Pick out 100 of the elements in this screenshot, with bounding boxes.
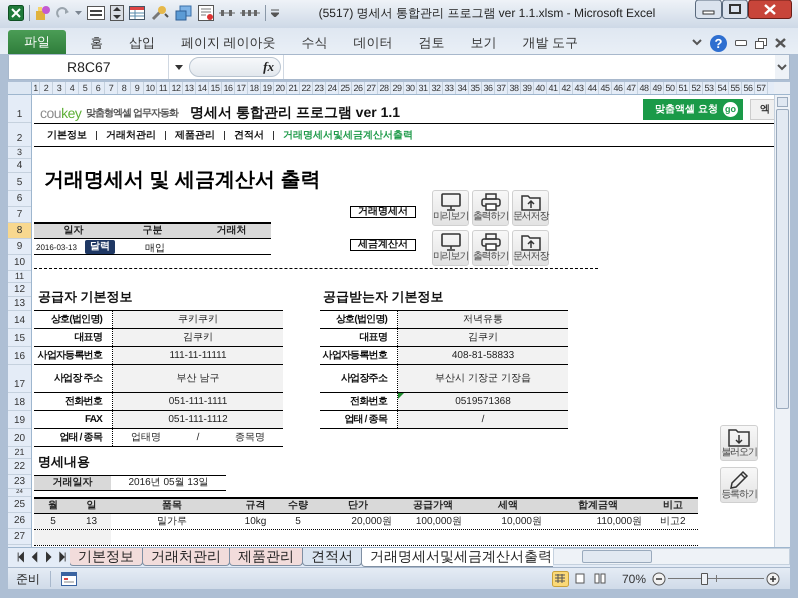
table-icon[interactable] — [129, 6, 145, 20]
column-header[interactable]: 26 — [352, 82, 365, 94]
row-header[interactable]: 27 — [8, 529, 31, 545]
column-header[interactable]: 47 — [625, 82, 638, 94]
zoom-slider[interactable] — [668, 572, 764, 586]
maximize-button[interactable] — [722, 0, 748, 19]
column-header[interactable]: 22 — [300, 82, 313, 94]
column-header[interactable]: 35 — [469, 82, 482, 94]
row-header[interactable]: 20 — [8, 429, 31, 447]
row-header[interactable]: 22 — [8, 459, 31, 475]
row-header[interactable]: 8 — [8, 223, 31, 239]
column-header[interactable]: 32 — [430, 82, 443, 94]
icon-button[interactable]: 출력하기 — [472, 190, 509, 226]
chevron-icon[interactable] — [692, 39, 702, 47]
distribute-icon[interactable] — [219, 7, 235, 19]
column-header[interactable]: 54 — [716, 82, 729, 94]
ribbon-tab[interactable]: 페이지 레이아웃 — [169, 32, 288, 54]
column-header[interactable]: 46 — [612, 82, 625, 94]
column-header[interactable]: 44 — [586, 82, 599, 94]
column-header[interactable]: 43 — [573, 82, 586, 94]
column-header[interactable]: 42 — [560, 82, 573, 94]
column-header[interactable]: 28 — [378, 82, 391, 94]
next-button[interactable]: 엑 — [750, 99, 774, 120]
sheet-tab[interactable]: 제품관리 — [229, 548, 303, 566]
column-header[interactable]: 39 — [521, 82, 534, 94]
nav-link[interactable]: 거래처관리 — [97, 128, 165, 142]
ribbon-tab[interactable]: 홈 — [78, 32, 115, 54]
column-header[interactable]: 30 — [404, 82, 417, 94]
minimize-icon[interactable] — [735, 40, 747, 46]
column-header[interactable]: 51 — [677, 82, 690, 94]
view-button[interactable] — [552, 570, 569, 586]
slider-thumb[interactable] — [701, 572, 708, 584]
column-header[interactable]: 6 — [92, 82, 105, 94]
column-header[interactable]: 4 — [66, 82, 79, 94]
column-header[interactable]: 8 — [118, 82, 131, 94]
column-header[interactable]: 38 — [508, 82, 521, 94]
sheet-tab[interactable]: 기본정보 — [70, 548, 143, 566]
column-header[interactable]: 18 — [248, 82, 261, 94]
column-header[interactable]: 48 — [638, 82, 651, 94]
close-button[interactable] — [748, 0, 792, 19]
nav-link[interactable]: 기본정보 — [38, 128, 96, 142]
horizontal-scrollbar[interactable] — [553, 548, 790, 565]
row-header[interactable]: 17 — [8, 365, 31, 393]
column-header[interactable]: 55 — [729, 82, 742, 94]
icon-button[interactable]: 미리보기 — [432, 230, 469, 266]
row-header[interactable]: 1 — [8, 95, 31, 123]
nav-link[interactable]: 제품관리 — [166, 128, 224, 142]
column-header[interactable]: 37 — [495, 82, 508, 94]
column-header[interactable]: 50 — [664, 82, 677, 94]
column-header[interactable]: 27 — [365, 82, 378, 94]
row-header[interactable]: 18 — [8, 393, 31, 411]
column-header[interactable]: 10 — [144, 82, 157, 94]
expand-icon[interactable] — [775, 55, 789, 79]
column-header[interactable]: 56 — [742, 82, 755, 94]
ribbon-tab[interactable]: 데이터 — [342, 32, 405, 54]
column-header[interactable]: 29 — [391, 82, 404, 94]
icon-button[interactable]: 등록하기 — [720, 467, 758, 503]
row-header[interactable]: 2 — [8, 123, 31, 147]
column-header[interactable]: 11 — [157, 82, 170, 94]
checklist-icon[interactable] — [198, 5, 214, 21]
row-header[interactable]: 3 — [8, 147, 31, 159]
column-header[interactable]: 20 — [274, 82, 287, 94]
column-header[interactable]: 2 — [40, 82, 53, 94]
column-header[interactable]: 49 — [651, 82, 664, 94]
distribute-icon[interactable] — [240, 7, 260, 19]
column-header[interactable]: 52 — [690, 82, 703, 94]
column-header[interactable]: 23 — [313, 82, 326, 94]
close-icon[interactable] — [775, 38, 786, 48]
row-header[interactable]: 16 — [8, 347, 31, 365]
minimize-button[interactable] — [695, 0, 722, 19]
ribbon-tab[interactable]: 개발 도구 — [510, 32, 590, 54]
row-header[interactable]: 13 — [8, 297, 31, 311]
column-header[interactable]: 7 — [105, 82, 118, 94]
row-header[interactable]: 23 — [8, 475, 31, 489]
icon-button[interactable]: 문서저장 — [512, 190, 549, 226]
row-header[interactable]: 9 — [8, 239, 31, 255]
column-header[interactable]: 9 — [131, 82, 144, 94]
column-header[interactable]: 41 — [547, 82, 560, 94]
column-header[interactable]: 40 — [534, 82, 547, 94]
sheet-tab[interactable]: 견적서 — [302, 548, 362, 566]
row-header[interactable]: 4 — [8, 159, 31, 173]
tools-icon[interactable] — [150, 5, 170, 21]
row-header[interactable]: 12 — [8, 283, 31, 297]
icon-button[interactable]: 미리보기 — [432, 190, 469, 226]
record-macro-icon[interactable] — [61, 572, 77, 586]
icon-button[interactable]: 불러오기 — [720, 425, 758, 461]
icon-button[interactable]: 문서저장 — [512, 230, 549, 266]
column-header[interactable]: 17 — [235, 82, 248, 94]
column-header[interactable]: 15 — [209, 82, 222, 94]
ribbon-tab[interactable]: 삽입 — [117, 32, 167, 54]
column-header[interactable]: 13 — [183, 82, 196, 94]
sort-icon[interactable] — [110, 5, 124, 21]
row-header[interactable]: 14 — [8, 311, 31, 329]
column-header[interactable]: 57 — [755, 82, 768, 94]
row-header[interactable]: 21 — [8, 447, 31, 459]
row-header[interactable]: 6 — [8, 191, 31, 207]
excel-icon[interactable] — [8, 5, 24, 21]
sheet-tab[interactable]: 거래명세서및세금계산서출력 — [361, 548, 553, 567]
caret-icon[interactable] — [175, 64, 183, 70]
column-header[interactable]: 53 — [703, 82, 716, 94]
